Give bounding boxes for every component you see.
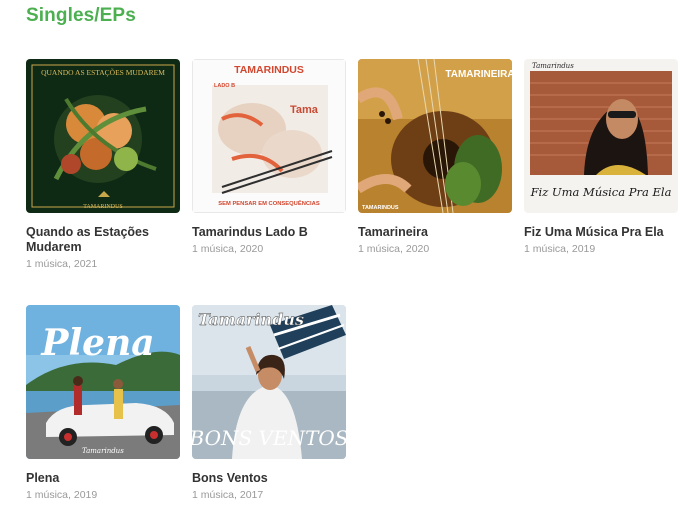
cover-text: QUANDO AS ESTAÇÕES MUDAREM <box>41 67 165 77</box>
album-year: 2021 <box>73 258 98 270</box>
section-title: Singles/EPs <box>26 5 136 26</box>
album-year: 2019 <box>571 243 596 255</box>
album-tracks: 1 música <box>358 243 401 255</box>
album-card[interactable]: QUANDO AS ESTAÇÕES MUDAREM TAMARINDUS Qu… <box>26 59 182 271</box>
cover-text: Fiz Uma Música Pra Ela <box>530 185 672 199</box>
svg-text:Tama: Tama <box>290 104 319 116</box>
album-title[interactable]: Plena <box>26 471 182 486</box>
cover-brand: Tamarindus <box>198 310 304 329</box>
singles-eps-page: Singles/EPs QUANDO AS ESTAÇÕES MUDAREM T… <box>0 0 698 525</box>
cover-brand: Tamarindus <box>82 447 124 455</box>
cover-text: TAMARINDUS <box>234 64 304 76</box>
album-cover[interactable]: QUANDO AS ESTAÇÕES MUDAREM TAMARINDUS <box>26 59 180 213</box>
album-tracks: 1 música <box>192 243 235 255</box>
cover-brand: TAMARINDUS <box>83 204 123 210</box>
album-card[interactable]: TAMARINEIRA TAMARINDUS Tamarineira 1 mús… <box>358 59 514 256</box>
album-meta: 1 música, 2017 <box>192 489 264 501</box>
album-tracks: 1 música <box>26 258 69 270</box>
album-title[interactable]: Quando as Estações Mudarem <box>26 225 182 255</box>
album-card[interactable]: Plena Tamarindus Plena 1 música, 2019 <box>26 305 182 502</box>
album-year: 2019 <box>73 489 98 501</box>
cover-footer: SEM PENSAR EM CONSEQUÊNCIAS <box>218 199 320 207</box>
album-cover[interactable]: Tamarindus BONS VENTOS <box>192 305 346 459</box>
album-title[interactable]: Tamarineira <box>358 225 514 240</box>
album-meta: 1 música, 2021 <box>26 258 98 270</box>
album-year: 2020 <box>239 243 264 255</box>
cover-brand: TAMARINDUS <box>362 205 399 211</box>
album-tracks: 1 música <box>26 489 69 501</box>
album-card[interactable]: Tamarindus Fiz Uma Música Pra Ela Fiz Um… <box>524 59 680 256</box>
album-card[interactable]: Tamarindus BONS VENTOS Bons Ventos 1 mús… <box>192 305 348 502</box>
album-cover[interactable]: Tama TAMARINDUS LADO B SEM PENSAR EM CON… <box>192 59 346 213</box>
album-meta: 1 música, 2020 <box>358 243 430 255</box>
album-title[interactable]: Bons Ventos <box>192 471 348 486</box>
album-card[interactable]: Tama TAMARINDUS LADO B SEM PENSAR EM CON… <box>192 59 348 256</box>
album-cover[interactable]: Plena Tamarindus <box>26 305 180 459</box>
cover-subtext: LADO B <box>214 83 235 89</box>
cover-text: BONS VENTOS <box>192 426 346 450</box>
cover-brand: Tamarindus <box>532 62 574 70</box>
album-meta: 1 música, 2019 <box>524 243 596 255</box>
album-cover[interactable]: Tamarindus Fiz Uma Música Pra Ela <box>524 59 678 213</box>
album-year: 2020 <box>405 243 430 255</box>
cover-text: TAMARINEIRA <box>445 69 512 80</box>
album-title[interactable]: Tamarindus Lado B <box>192 225 348 240</box>
album-tracks: 1 música <box>524 243 567 255</box>
album-meta: 1 música, 2019 <box>26 489 98 501</box>
album-cover[interactable]: TAMARINEIRA TAMARINDUS <box>358 59 512 213</box>
album-title[interactable]: Fiz Uma Música Pra Ela <box>524 225 680 240</box>
cover-text: Plena <box>40 322 154 364</box>
album-tracks: 1 música <box>192 489 235 501</box>
album-year: 2017 <box>239 489 264 501</box>
album-meta: 1 música, 2020 <box>192 243 264 255</box>
